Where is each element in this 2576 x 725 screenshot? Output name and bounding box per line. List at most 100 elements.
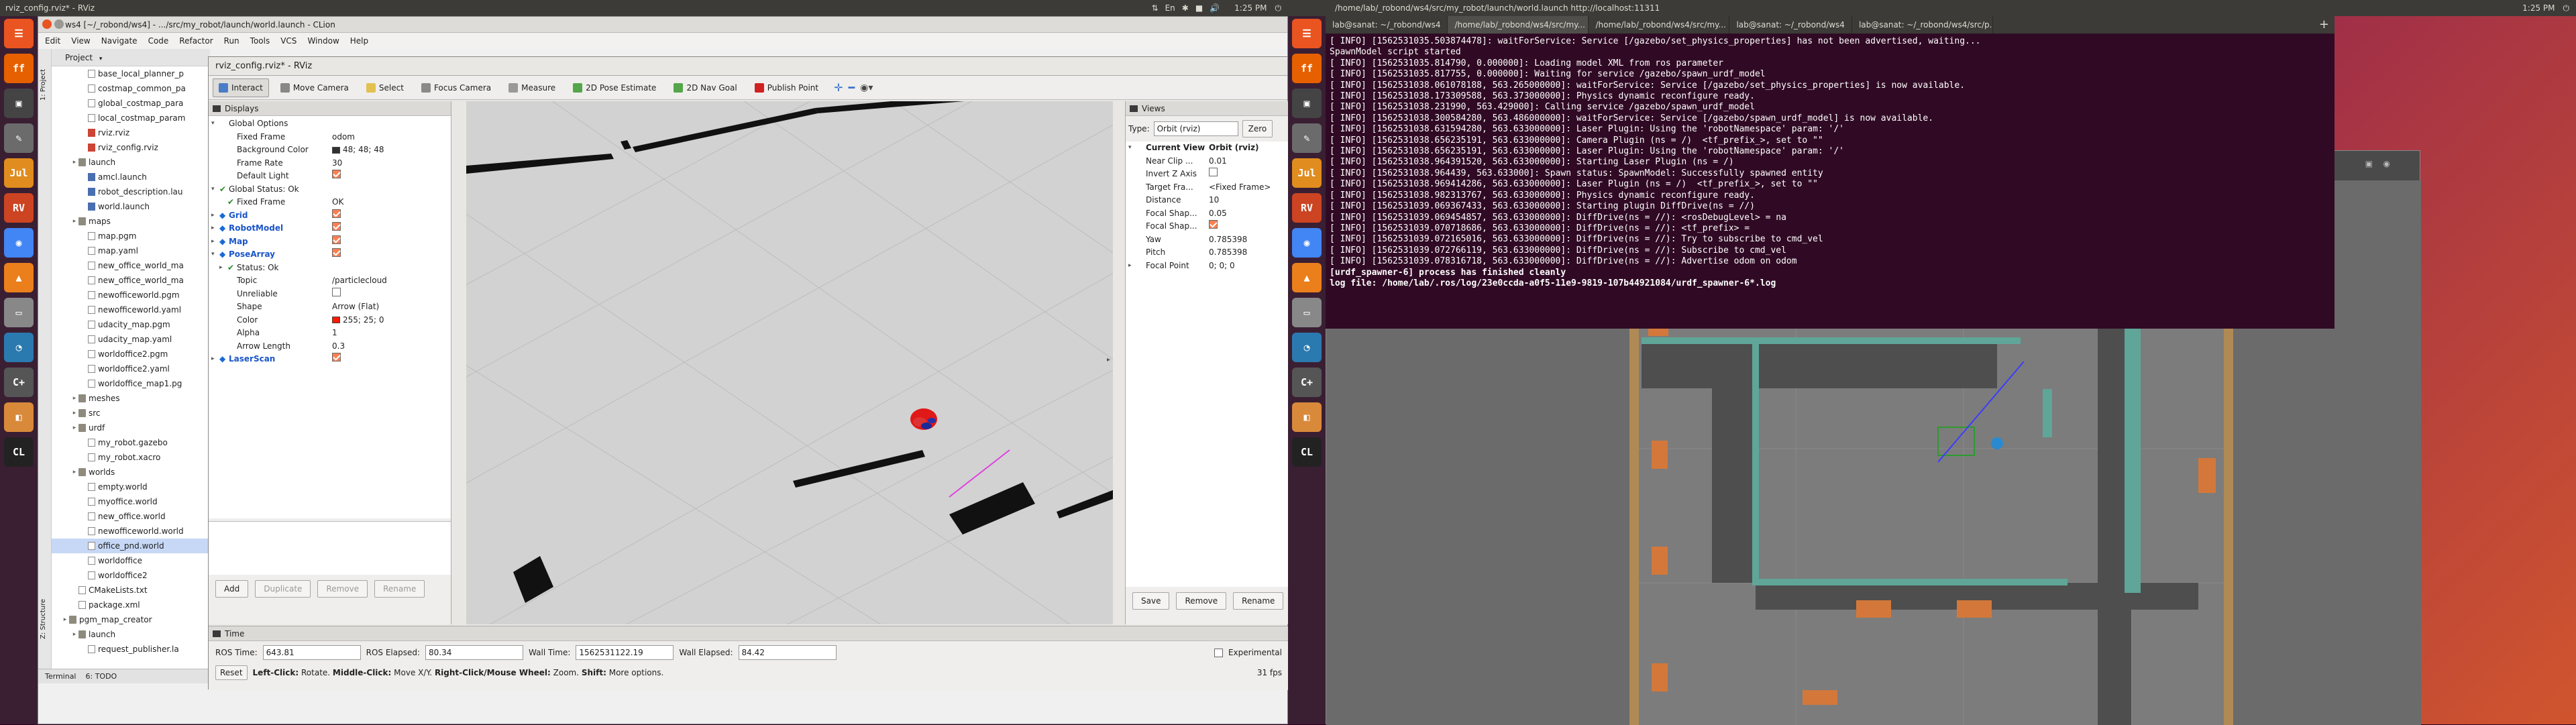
property-value[interactable]: 0.3 bbox=[329, 340, 451, 353]
terminal-tab-button[interactable]: Terminal bbox=[45, 669, 76, 683]
left-launcher-icon-11[interactable]: ◧ bbox=[4, 402, 34, 432]
property-value[interactable]: 0.785398 bbox=[1206, 246, 1289, 260]
property-value[interactable]: 0.01 bbox=[1206, 155, 1289, 168]
wall-elapsed-field[interactable]: 84.42 bbox=[738, 645, 837, 660]
views-zero-button[interactable]: Zero bbox=[1242, 120, 1273, 137]
tree-item[interactable]: ▸ src bbox=[52, 406, 223, 421]
property-value[interactable] bbox=[1206, 168, 1289, 181]
camera-toggle-icon[interactable]: ◉▾ bbox=[860, 82, 873, 93]
remove-button[interactable]: Remove bbox=[1176, 592, 1227, 610]
close-icon[interactable] bbox=[42, 19, 52, 29]
scene-3d-view[interactable] bbox=[466, 101, 1113, 624]
expand-arrow-icon[interactable]: ▸ bbox=[211, 222, 219, 235]
expand-arrow-icon[interactable]: ▸ bbox=[70, 627, 78, 642]
property-value[interactable]: /particlecloud bbox=[329, 274, 451, 288]
save-button[interactable]: Save bbox=[1132, 592, 1170, 610]
tree-item[interactable]: map.yaml bbox=[52, 243, 223, 258]
right-launcher-icon-2[interactable]: ▣ bbox=[1292, 89, 1322, 118]
property-value[interactable] bbox=[329, 209, 451, 223]
tree-item[interactable]: costmap_common_pa bbox=[52, 81, 223, 96]
tree-item[interactable]: rviz_config.rviz bbox=[52, 140, 223, 155]
status-indicator-4[interactable]: 🔊 bbox=[1210, 3, 1220, 13]
property-value[interactable]: 48; 48; 48 bbox=[329, 144, 451, 157]
tree-item[interactable]: local_costmap_param bbox=[52, 111, 223, 125]
menu-tools[interactable]: Tools bbox=[250, 33, 270, 49]
property-value[interactable]: 10 bbox=[1206, 194, 1289, 207]
tree-item[interactable]: office_pnd.world bbox=[52, 539, 223, 553]
expand-arrow-icon[interactable]: ▸ bbox=[1128, 260, 1136, 273]
right-launcher-icon-8[interactable]: ▭ bbox=[1292, 298, 1322, 327]
property-row[interactable]: Color 255; 25; 0 bbox=[209, 314, 451, 327]
tool-2d-nav-goal[interactable]: 2D Nav Goal bbox=[667, 78, 743, 97]
clion-titlebar[interactable]: ws4 [~/_robond/ws4] - .../src/my_robot/l… bbox=[38, 17, 1287, 33]
add-button[interactable]: Add bbox=[215, 580, 249, 598]
property-value[interactable]: odom bbox=[329, 131, 451, 144]
terminal-tab[interactable]: lab@sanat: ~/_robond/ws4/src/p... bbox=[1852, 16, 1993, 34]
property-row[interactable]: ▸ ◆ RobotModel bbox=[209, 222, 451, 235]
tree-item[interactable]: global_costmap_para bbox=[52, 96, 223, 111]
left-launcher-icon-12[interactable]: CL bbox=[4, 437, 34, 467]
wall-time-field[interactable]: 1562531122.19 bbox=[576, 645, 674, 660]
right-launcher-icon-4[interactable]: Jul bbox=[1292, 158, 1322, 188]
property-row[interactable]: Frame Rate 30 bbox=[209, 157, 451, 170]
color-swatch[interactable] bbox=[332, 317, 340, 323]
left-launcher-icon-8[interactable]: ▭ bbox=[4, 298, 34, 327]
property-value[interactable] bbox=[329, 183, 451, 197]
tree-item[interactable]: newofficeworld.pgm bbox=[52, 288, 223, 302]
property-row[interactable]: ▾ Global Options bbox=[209, 117, 451, 131]
tree-item[interactable]: new_office.world bbox=[52, 509, 223, 524]
tree-item[interactable]: ▸ urdf bbox=[52, 421, 223, 435]
property-row[interactable]: ▾ ✔ Global Status: Ok bbox=[209, 183, 451, 197]
screenshot-icon[interactable]: ▣ bbox=[2365, 159, 2373, 168]
property-row[interactable]: Alpha 1 bbox=[209, 327, 451, 340]
right-launcher-icon-9[interactable]: ◔ bbox=[1292, 333, 1322, 362]
tree-item[interactable]: robot_description.lau bbox=[52, 184, 223, 199]
ros-time-field[interactable]: 643.81 bbox=[262, 645, 361, 660]
menu-vcs[interactable]: VCS bbox=[280, 33, 297, 49]
right-launcher-icon-6[interactable]: ◉ bbox=[1292, 228, 1322, 258]
right-launcher-icon-0[interactable]: ☰ bbox=[1292, 19, 1322, 48]
property-row[interactable]: ▸ Focal Point 0; 0; 0 bbox=[1126, 260, 1289, 273]
expand-arrow-icon[interactable]: ▸ bbox=[70, 214, 78, 229]
property-value[interactable] bbox=[329, 222, 451, 235]
experimental-checkbox[interactable] bbox=[1214, 648, 1223, 657]
expand-arrow-icon[interactable]: ▸ bbox=[70, 391, 78, 406]
displays-header[interactable]: Displays bbox=[209, 101, 451, 116]
property-row[interactable]: Pitch 0.785398 bbox=[1126, 246, 1289, 260]
move-axes-icon[interactable]: ✛ bbox=[834, 81, 843, 94]
right-launcher-icon-1[interactable]: ff bbox=[1292, 54, 1322, 83]
property-value[interactable]: 30 bbox=[329, 157, 451, 170]
rviz-titlebar[interactable]: rviz_config.rviz* - RViz bbox=[209, 57, 1287, 76]
checkbox[interactable] bbox=[1209, 220, 1218, 229]
menu-window[interactable]: Window bbox=[307, 33, 339, 49]
status-indicator-1[interactable]: En bbox=[1165, 3, 1175, 13]
expand-arrow-icon[interactable]: ▾ bbox=[211, 117, 219, 131]
property-row[interactable]: ▸ ◆ Grid bbox=[209, 209, 451, 223]
tree-item[interactable]: amcl.launch bbox=[52, 170, 223, 184]
render-viewport[interactable]: ◂ ▸ bbox=[466, 101, 1113, 624]
reset-button[interactable]: Reset bbox=[215, 665, 248, 680]
tree-item[interactable]: ▸ maps bbox=[52, 214, 223, 229]
property-value[interactable] bbox=[1206, 220, 1289, 233]
property-row[interactable]: Yaw 0.785398 bbox=[1126, 233, 1289, 247]
menu-help[interactable]: Help bbox=[350, 33, 368, 49]
tree-item[interactable]: myoffice.world bbox=[52, 494, 223, 509]
tree-item[interactable]: my_robot.gazebo bbox=[52, 435, 223, 450]
status-indicator-3[interactable]: ■ bbox=[1195, 3, 1203, 13]
property-row[interactable]: ▾ ◆ PoseArray bbox=[209, 248, 451, 262]
expand-arrow-icon[interactable]: ▸ bbox=[70, 406, 78, 421]
property-value[interactable] bbox=[329, 287, 451, 301]
tree-item[interactable]: package.xml bbox=[52, 598, 223, 612]
property-value[interactable] bbox=[329, 353, 451, 366]
tree-item[interactable]: new_office_world_ma bbox=[52, 273, 223, 288]
right-launcher-icon-11[interactable]: ◧ bbox=[1292, 402, 1322, 432]
menu-edit[interactable]: Edit bbox=[45, 33, 60, 49]
minimize-icon[interactable] bbox=[54, 19, 64, 29]
ros-elapsed-field[interactable]: 80.34 bbox=[425, 645, 524, 660]
left-launcher-icon-4[interactable]: Jul bbox=[4, 158, 34, 188]
property-value[interactable]: 255; 25; 0 bbox=[329, 314, 451, 327]
tree-item[interactable]: ▸ meshes bbox=[52, 391, 223, 406]
tree-item[interactable]: base_local_planner_p bbox=[52, 66, 223, 81]
project-tool-label[interactable]: Project bbox=[65, 53, 93, 62]
time-header[interactable]: Time bbox=[209, 626, 1289, 641]
